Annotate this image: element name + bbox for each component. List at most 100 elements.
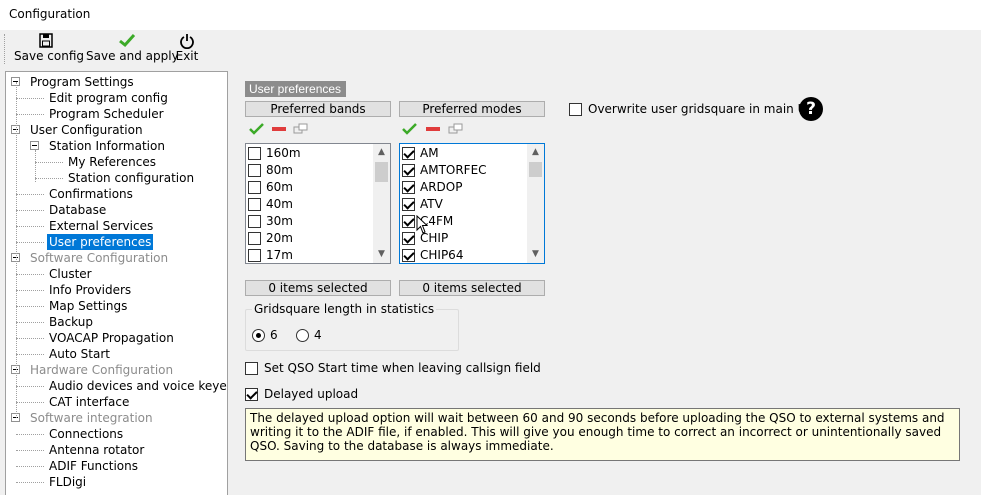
list-item-checkbox[interactable] [402, 181, 415, 194]
gridsquare-6-radio[interactable] [252, 329, 265, 342]
tree-item[interactable]: User Configuration [28, 122, 145, 138]
scroll-up-arrow-icon[interactable]: ▲ [373, 144, 390, 161]
settings-tree[interactable]: Program Settings Edit program config Progr… [5, 71, 228, 495]
check-all-icon[interactable] [249, 123, 265, 138]
tree-item[interactable]: User preferences [47, 234, 154, 250]
tree-connector [16, 450, 44, 451]
help-icon[interactable]: ? [799, 97, 823, 121]
toolbar: Save config Save and apply Exit [0, 30, 981, 68]
scroll-thumb[interactable] [529, 162, 542, 177]
tree-item[interactable]: Station configuration [66, 170, 196, 186]
set-qso-start-label: Set QSO Start time when leaving callsign… [264, 361, 541, 375]
scroll-down-arrow-icon[interactable]: ▼ [373, 246, 390, 263]
list-item-checkbox[interactable] [248, 164, 261, 177]
tree-connector [16, 210, 44, 211]
tree-connector [35, 150, 36, 182]
modes-tools [402, 123, 472, 137]
tree-connector [16, 322, 44, 323]
tree-connector [16, 274, 44, 275]
tree-item[interactable]: Edit program config [47, 90, 170, 106]
tree-connector [16, 354, 44, 355]
tree-item[interactable]: Audio devices and voice keyer [47, 378, 227, 394]
list-item-checkbox[interactable] [248, 147, 261, 160]
tree-connector [16, 434, 44, 435]
tree-item[interactable]: Map Settings [47, 298, 129, 314]
delayed-upload-label: Delayed upload [264, 387, 359, 401]
tree-connector [16, 482, 44, 483]
save-config-button[interactable]: Save config [14, 32, 84, 66]
tree-connector [16, 82, 17, 418]
delayed-upload-info: The delayed upload option will wait betw… [245, 408, 960, 461]
window-title: Configuration [9, 7, 91, 21]
uncheck-all-icon[interactable] [271, 123, 287, 138]
overwrite-gridsquare-label: Overwrite user gridsquare in main UI [588, 102, 810, 116]
tree-connector [35, 178, 63, 179]
check-all-icon[interactable] [402, 123, 418, 138]
tree-item[interactable]: CAT interface [47, 394, 131, 410]
scroll-thumb[interactable] [375, 162, 388, 182]
invert-selection-icon[interactable] [448, 123, 464, 138]
modes-list[interactable]: ▲ ▼ AM AMTORFEC ARDOP ATV C4FM CHIP CHIP64 [399, 143, 545, 264]
bands-list[interactable]: ▲ ▼ 160m 80m 60m 40m 30m 20m 17m [245, 143, 391, 264]
tree-item[interactable]: Program Settings [28, 74, 136, 90]
list-item-checkbox[interactable] [248, 181, 261, 194]
exit-label: Exit [175, 49, 199, 63]
list-item-label: 20m [266, 231, 293, 245]
tree-item[interactable]: Software Configuration [28, 250, 170, 266]
tree-item[interactable]: Antenna rotator [47, 442, 146, 458]
tree-item[interactable]: Auto Start [47, 346, 112, 362]
gridsquare-6-label: 6 [270, 328, 278, 342]
overwrite-gridsquare-checkbox[interactable] [569, 103, 582, 116]
list-item-label: CHIP64 [420, 248, 464, 262]
tree-connector [16, 386, 44, 387]
list-item-checkbox[interactable] [402, 198, 415, 211]
tree-item[interactable]: Cluster [47, 266, 94, 282]
uncheck-all-icon[interactable] [425, 123, 441, 138]
tree-item[interactable]: ADIF Functions [47, 458, 140, 474]
invert-selection-icon[interactable] [293, 123, 309, 138]
tree-connector [16, 194, 44, 195]
bands-scrollbar[interactable]: ▲ ▼ [373, 144, 390, 263]
tree-item[interactable]: Database [47, 202, 108, 218]
tree-collapse-icon[interactable] [30, 141, 39, 150]
tree-item[interactable]: FLDigi [47, 474, 88, 490]
tree-item[interactable]: Confirmations [47, 186, 135, 202]
delayed-upload-checkbox[interactable] [245, 388, 258, 401]
tree-connector [16, 226, 44, 227]
list-item-checkbox[interactable] [402, 164, 415, 177]
list-item-label: 17m [266, 248, 293, 262]
list-item-checkbox[interactable] [248, 249, 261, 262]
modes-scrollbar[interactable]: ▲ ▼ [527, 144, 544, 263]
preferred-modes-header: Preferred modes [399, 101, 545, 117]
preferred-bands-header: Preferred bands [245, 101, 391, 117]
tree-item[interactable]: Software integration [28, 410, 155, 426]
tree-item[interactable]: Station Information [47, 138, 167, 154]
tree-item[interactable]: External Services [47, 218, 155, 234]
window-titlebar: Configuration [0, 0, 981, 30]
tree-item[interactable]: VOACAP Propagation [47, 330, 176, 346]
list-item-checkbox[interactable] [248, 198, 261, 211]
tree-item[interactable]: Hardware Configuration [28, 362, 175, 378]
tree-item[interactable]: Connections [47, 426, 125, 442]
floppy-icon [39, 33, 53, 48]
list-item-checkbox[interactable] [402, 249, 415, 262]
tree-item[interactable]: Info Providers [47, 282, 133, 298]
set-qso-start-checkbox[interactable] [245, 362, 258, 375]
gridsquare-4-radio[interactable] [296, 329, 309, 342]
tree-item[interactable]: My References [66, 154, 158, 170]
tree-item[interactable]: Program Scheduler [47, 106, 166, 122]
scroll-down-arrow-icon[interactable]: ▼ [527, 246, 544, 263]
list-item-label: ARDOP [420, 180, 463, 194]
scroll-up-arrow-icon[interactable]: ▲ [527, 144, 544, 161]
list-item-checkbox[interactable] [402, 232, 415, 245]
list-item-checkbox[interactable] [402, 215, 415, 228]
modes-selected-count: 0 items selected [399, 280, 545, 296]
exit-button[interactable]: Exit [175, 32, 199, 66]
list-item-checkbox[interactable] [402, 147, 415, 160]
toolbar-grip[interactable] [4, 34, 8, 64]
tree-item[interactable]: Backup [47, 314, 95, 330]
save-and-apply-button[interactable]: Save and apply [86, 32, 179, 66]
gridsquare-length-group: Gridsquare length in statistics 6 4 [245, 302, 459, 351]
list-item-checkbox[interactable] [248, 232, 261, 245]
list-item-checkbox[interactable] [248, 215, 261, 228]
